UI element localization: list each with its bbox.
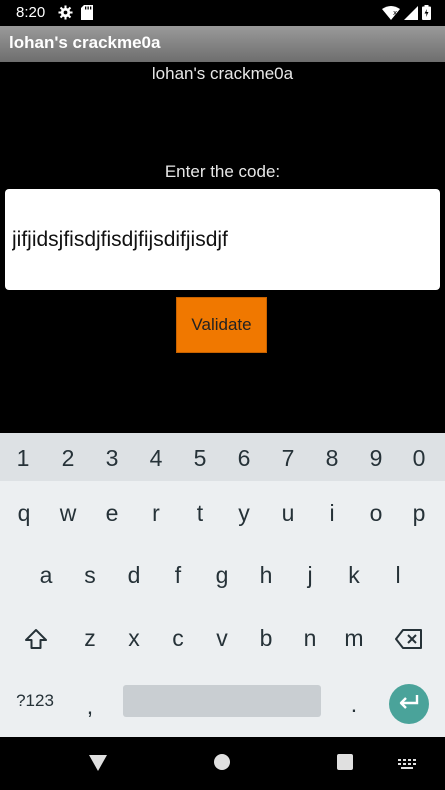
key-comma[interactable]: , (68, 691, 112, 721)
soft-keyboard: 1 2 3 4 5 6 7 8 9 0 q w e r t y u i o p … (0, 433, 445, 737)
sd-card-icon (81, 5, 93, 24)
key-0[interactable]: 0 (397, 443, 441, 473)
enter-key[interactable] (389, 684, 429, 724)
key-z[interactable]: z (68, 623, 112, 653)
key-d[interactable]: d (112, 560, 156, 590)
key-s[interactable]: s (68, 560, 112, 590)
key-q[interactable]: q (2, 498, 46, 528)
key-6[interactable]: 6 (222, 443, 266, 473)
svg-text:x: x (393, 9, 397, 17)
key-u[interactable]: u (266, 498, 310, 528)
code-input[interactable] (5, 189, 440, 290)
key-period[interactable]: . (332, 689, 376, 719)
keyboard-switch-icon[interactable] (398, 756, 416, 775)
wifi-icon: x (382, 5, 400, 24)
key-p[interactable]: p (397, 498, 441, 528)
key-i[interactable]: i (310, 498, 354, 528)
key-t[interactable]: t (178, 498, 222, 528)
key-j[interactable]: j (288, 560, 332, 590)
spacebar[interactable] (123, 685, 321, 717)
app-bar: lohan's crackme0a (0, 26, 445, 62)
key-8[interactable]: 8 (310, 443, 354, 473)
key-3[interactable]: 3 (90, 443, 134, 473)
signal-icon (404, 5, 418, 24)
key-o[interactable]: o (354, 498, 398, 528)
battery-icon (422, 5, 431, 24)
key-l[interactable]: l (376, 560, 420, 590)
key-v[interactable]: v (200, 623, 244, 653)
key-a[interactable]: a (24, 560, 68, 590)
validate-button[interactable]: Validate (176, 297, 267, 353)
page-subtitle: lohan's crackme0a (151, 64, 294, 83)
key-r[interactable]: r (134, 498, 178, 528)
back-icon[interactable] (88, 754, 108, 776)
key-4[interactable]: 4 (134, 443, 178, 473)
nav-bar (0, 737, 445, 790)
key-f[interactable]: f (156, 560, 200, 590)
key-b[interactable]: b (244, 623, 288, 653)
symbols-key[interactable]: ?123 (13, 686, 57, 716)
gear-icon (58, 5, 73, 24)
key-n[interactable]: n (288, 623, 332, 653)
app-title: lohan's crackme0a (9, 33, 161, 52)
key-x[interactable]: x (112, 623, 156, 653)
key-h[interactable]: h (244, 560, 288, 590)
key-2[interactable]: 2 (46, 443, 90, 473)
key-c[interactable]: c (156, 623, 200, 653)
status-right-icons: x (382, 5, 431, 24)
key-m[interactable]: m (332, 623, 376, 653)
code-prompt-label: Enter the code: (164, 162, 281, 181)
backspace-icon[interactable] (387, 622, 431, 656)
key-1[interactable]: 1 (1, 443, 45, 473)
recents-icon[interactable] (337, 754, 353, 770)
enter-arrow-icon (398, 694, 420, 714)
key-5[interactable]: 5 (178, 443, 222, 473)
key-7[interactable]: 7 (266, 443, 310, 473)
status-left-icons (58, 5, 93, 24)
keyboard-number-row: 1 2 3 4 5 6 7 8 9 0 (0, 433, 445, 481)
key-k[interactable]: k (332, 560, 376, 590)
key-w[interactable]: w (46, 498, 90, 528)
home-icon[interactable] (214, 754, 230, 770)
key-g[interactable]: g (200, 560, 244, 590)
status-bar: 8:20 x (0, 0, 445, 26)
key-y[interactable]: y (222, 498, 266, 528)
key-9[interactable]: 9 (354, 443, 398, 473)
status-time: 8:20 (16, 4, 46, 21)
shift-icon[interactable] (14, 622, 58, 656)
key-e[interactable]: e (90, 498, 134, 528)
